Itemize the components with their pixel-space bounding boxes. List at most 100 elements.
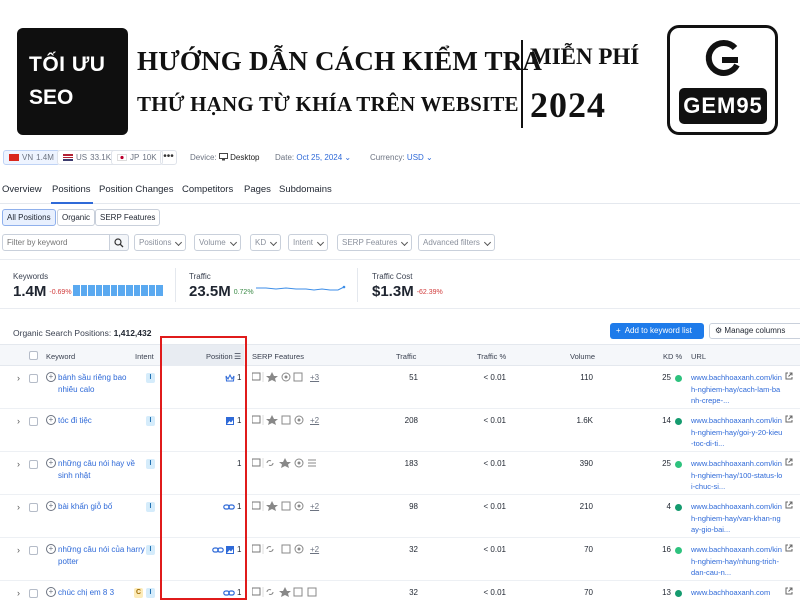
positions-filter-dropdown[interactable]: Positions bbox=[134, 234, 187, 251]
keywords-metric[interactable]: Keywords 1.4M -0.69% bbox=[13, 272, 72, 300]
serp-more-link[interactable]: +3 bbox=[310, 373, 319, 382]
traffic-cost-metric[interactable]: Traffic Cost $1.3M -62.39% bbox=[372, 272, 443, 300]
keyword-link[interactable]: những câu nói của harry potter bbox=[58, 544, 146, 568]
intent-filter-dropdown[interactable]: Intent bbox=[288, 234, 329, 251]
row-checkbox[interactable] bbox=[29, 546, 38, 555]
traffic-value: 208 bbox=[404, 416, 418, 425]
traffic-pct-value: < 0.01 bbox=[483, 373, 506, 382]
col-url[interactable]: URL bbox=[691, 352, 706, 361]
tab-positions[interactable]: Positions bbox=[52, 184, 91, 195]
url-link[interactable]: www.bachhoaxanh.com/kinh-nghiem-hay/goi-… bbox=[691, 415, 783, 450]
table-row[interactable]: › + chúc chị em 8 3 C I 1 32 < 0.01 70 1… bbox=[0, 581, 800, 601]
database-chip-us[interactable]: US 33.1K bbox=[57, 150, 118, 165]
external-link-icon[interactable] bbox=[785, 544, 793, 552]
add-keyword-icon[interactable]: + bbox=[46, 458, 56, 468]
more-databases-button[interactable]: ••• bbox=[160, 150, 177, 165]
url-link[interactable]: www.bachhoaxanh.com/kinh-nghiem-hay/100-… bbox=[691, 458, 783, 493]
keyword-link[interactable]: những câu nói hay về sinh nhật bbox=[58, 458, 146, 482]
traffic-value: 32 bbox=[409, 545, 418, 554]
col-position[interactable]: Position bbox=[206, 352, 233, 361]
sort-icon[interactable]: ☰ bbox=[234, 352, 241, 361]
external-link-icon[interactable] bbox=[785, 372, 793, 380]
add-keyword-icon[interactable]: + bbox=[46, 372, 56, 382]
select-all-checkbox[interactable] bbox=[29, 351, 38, 360]
url-link[interactable]: www.bachhoaxanh.com/kinh-nghiem-hay/van-… bbox=[691, 501, 783, 536]
currency-selector[interactable]: Currency: USD ⌄ bbox=[370, 153, 433, 162]
expand-row-icon[interactable]: › bbox=[17, 545, 20, 555]
url-link[interactable]: www.bachhoaxanh.com/kinh-nghiem-hay/nhun… bbox=[691, 544, 783, 579]
table-row[interactable]: › + những câu nói của harry potter I 1 +… bbox=[0, 538, 800, 581]
serp-more-link[interactable]: +2 bbox=[310, 545, 319, 554]
volume-value: 210 bbox=[579, 502, 593, 511]
keyword-filter-input[interactable] bbox=[2, 234, 110, 251]
keyword-link[interactable]: bánh sầu riêng bao nhiêu calo bbox=[58, 372, 146, 396]
col-serp-features[interactable]: SERP Features bbox=[252, 352, 304, 361]
expand-row-icon[interactable]: › bbox=[17, 588, 20, 598]
add-keyword-icon[interactable]: + bbox=[46, 501, 56, 511]
table-row[interactable]: › + tóc đi tiệc I 1 +2 208 < 0.01 1.6K 1… bbox=[0, 409, 800, 452]
database-chip-vn[interactable]: VN 1.4M bbox=[3, 150, 60, 165]
col-traffic[interactable]: Traffic bbox=[396, 352, 416, 361]
chevron-down-icon: ⌄ bbox=[426, 153, 433, 162]
keyword-link[interactable]: tóc đi tiệc bbox=[58, 415, 146, 427]
url-link[interactable]: www.bachhoaxanh.com bbox=[691, 587, 783, 599]
volume-filter-dropdown[interactable]: Volume bbox=[194, 234, 241, 251]
row-checkbox[interactable] bbox=[29, 503, 38, 512]
col-intent[interactable]: Intent bbox=[135, 352, 154, 361]
keyword-link[interactable]: bài khấn giỗ bố bbox=[58, 501, 146, 513]
table-row[interactable]: › + bài khấn giỗ bố I 1 +2 98 < 0.01 210… bbox=[0, 495, 800, 538]
tab-competitors[interactable]: Competitors bbox=[182, 184, 233, 195]
volume-value: 70 bbox=[584, 588, 593, 597]
row-checkbox[interactable] bbox=[29, 374, 38, 383]
external-link-icon[interactable] bbox=[785, 587, 793, 595]
advanced-filters-dropdown[interactable]: Advanced filters bbox=[418, 234, 495, 251]
table-row[interactable]: › + bánh sầu riêng bao nhiêu calo I 1 +3… bbox=[0, 366, 800, 409]
url-link[interactable]: www.bachhoaxanh.com/kinh-nghiem-hay/cach… bbox=[691, 372, 783, 407]
external-link-icon[interactable] bbox=[785, 415, 793, 423]
external-link-icon[interactable] bbox=[785, 458, 793, 466]
col-volume[interactable]: Volume bbox=[570, 352, 595, 361]
table-row[interactable]: › + những câu nói hay về sinh nhật I 1 1… bbox=[0, 452, 800, 495]
kd-filter-dropdown[interactable]: KD bbox=[250, 234, 282, 251]
brand-logo: GEM95 bbox=[667, 25, 778, 135]
col-traffic-pct[interactable]: Traffic % bbox=[477, 352, 506, 361]
kd-indicator bbox=[675, 547, 682, 554]
date-selector[interactable]: Date: Oct 25, 2024 ⌄ bbox=[275, 153, 351, 162]
database-chip-jp[interactable]: JP 10K bbox=[111, 150, 163, 165]
kd-indicator bbox=[675, 461, 682, 468]
subtab-all-positions[interactable]: All Positions bbox=[2, 209, 56, 226]
intent-badge: C bbox=[134, 588, 143, 598]
col-kd[interactable]: KD % bbox=[663, 352, 682, 361]
tab-position-changes[interactable]: Position Changes bbox=[99, 184, 173, 195]
tab-overview[interactable]: Overview bbox=[2, 184, 42, 195]
serp-more-link[interactable]: +2 bbox=[310, 502, 319, 511]
expand-row-icon[interactable]: › bbox=[17, 373, 20, 383]
row-checkbox[interactable] bbox=[29, 417, 38, 426]
subtab-serp-features[interactable]: SERP Features bbox=[95, 209, 161, 226]
row-checkbox[interactable] bbox=[29, 460, 38, 469]
device-selector[interactable]: Device: Desktop bbox=[190, 153, 260, 162]
serp-more-link[interactable]: +2 bbox=[310, 416, 319, 425]
serp-features-filter-dropdown[interactable]: SERP Features bbox=[337, 234, 413, 251]
col-keyword[interactable]: Keyword bbox=[46, 352, 75, 361]
kd-value: 14 bbox=[662, 416, 671, 425]
add-to-keyword-list-button[interactable]: + Add to keyword list bbox=[610, 323, 704, 339]
traffic-trend-sparkline bbox=[256, 285, 346, 291]
add-keyword-icon[interactable]: + bbox=[46, 544, 56, 554]
external-link-icon[interactable] bbox=[785, 501, 793, 509]
expand-row-icon[interactable]: › bbox=[17, 502, 20, 512]
intent-badge: I bbox=[146, 459, 155, 469]
keyword-link[interactable]: chúc chị em 8 3 bbox=[58, 587, 146, 599]
add-keyword-icon[interactable]: + bbox=[46, 587, 56, 597]
tab-pages[interactable]: Pages bbox=[244, 184, 271, 195]
table-header-bar: Organic Search Positions: 1,412,432 + Ad… bbox=[0, 320, 800, 342]
add-keyword-icon[interactable]: + bbox=[46, 415, 56, 425]
traffic-metric[interactable]: Traffic 23.5M 0.72% bbox=[189, 272, 254, 300]
manage-columns-button[interactable]: ⚙ Manage columns bbox=[709, 323, 800, 339]
expand-row-icon[interactable]: › bbox=[17, 416, 20, 426]
expand-row-icon[interactable]: › bbox=[17, 459, 20, 469]
subtab-organic[interactable]: Organic bbox=[57, 209, 96, 226]
search-button[interactable] bbox=[109, 234, 129, 251]
tab-subdomains[interactable]: Subdomains bbox=[279, 184, 332, 195]
row-checkbox[interactable] bbox=[29, 589, 38, 598]
